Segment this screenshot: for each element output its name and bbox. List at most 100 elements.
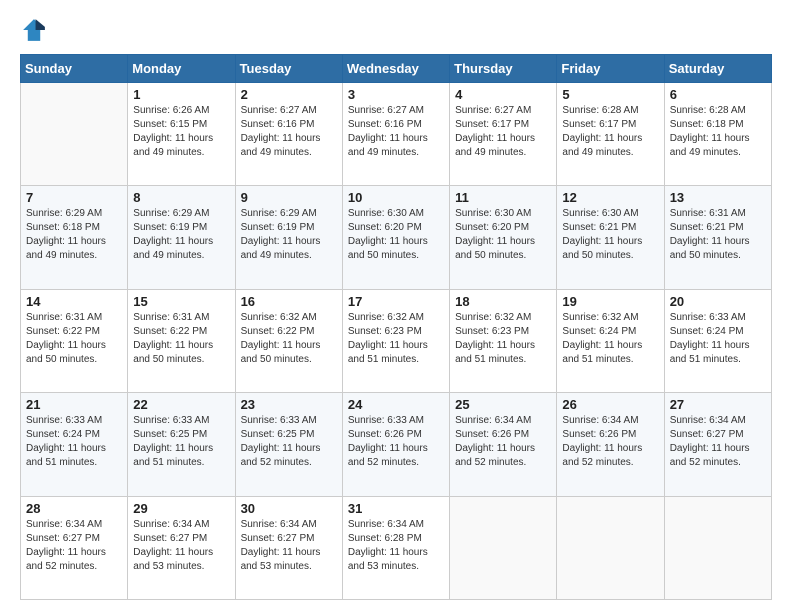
calendar-cell: 23 Sunrise: 6:33 AMSunset: 6:25 PMDayligh… bbox=[235, 393, 342, 496]
calendar-table: SundayMondayTuesdayWednesdayThursdayFrid… bbox=[20, 54, 772, 600]
calendar-cell: 18Sunrise: 6:32 AMSunset: 6:23 PMDayligh… bbox=[450, 289, 557, 392]
logo-icon bbox=[20, 16, 48, 44]
calendar-cell: 27 Sunrise: 6:34 AMSunset: 6:27 PMDayligh… bbox=[664, 393, 771, 496]
day-number: 28 bbox=[26, 501, 122, 516]
calendar-cell: 10Sunrise: 6:30 AMSunset: 6:20 PMDayligh… bbox=[342, 186, 449, 289]
weekday-header-tuesday: Tuesday bbox=[235, 55, 342, 83]
day-number: 9 bbox=[241, 190, 337, 205]
day-info: Sunrise: 6:27 AMSunset: 6:17 PMDaylight:… bbox=[455, 104, 551, 160]
calendar-cell bbox=[450, 496, 557, 599]
day-info: Sunrise: 6:34 AMSunset: 6:27 PMDaylight:… bbox=[241, 518, 337, 574]
calendar-cell: 29 Sunrise: 6:34 AMSunset: 6:27 PMDayligh… bbox=[128, 496, 235, 599]
calendar-cell: 7 Sunrise: 6:29 AMSunset: 6:18 PMDaylight… bbox=[21, 186, 128, 289]
day-info: Sunrise: 6:29 AMSunset: 6:19 PMDaylight:… bbox=[133, 207, 229, 263]
day-info: Sunrise: 6:30 AMSunset: 6:20 PMDaylight:… bbox=[348, 207, 444, 263]
calendar-week-row: 7 Sunrise: 6:29 AMSunset: 6:18 PMDaylight… bbox=[21, 186, 772, 289]
day-number: 6 bbox=[670, 87, 766, 102]
day-number: 5 bbox=[562, 87, 658, 102]
day-number: 20 bbox=[670, 294, 766, 309]
day-number: 17 bbox=[348, 294, 444, 309]
weekday-header-saturday: Saturday bbox=[664, 55, 771, 83]
day-info: Sunrise: 6:30 AMSunset: 6:20 PMDaylight:… bbox=[455, 207, 551, 263]
page: SundayMondayTuesdayWednesdayThursdayFrid… bbox=[0, 0, 792, 612]
calendar-cell: 9 Sunrise: 6:29 AMSunset: 6:19 PMDaylight… bbox=[235, 186, 342, 289]
calendar-cell: 28Sunrise: 6:34 AMSunset: 6:27 PMDayligh… bbox=[21, 496, 128, 599]
calendar-cell bbox=[664, 496, 771, 599]
day-number: 8 bbox=[133, 190, 229, 205]
day-number: 25 bbox=[455, 397, 551, 412]
calendar-cell: 31Sunrise: 6:34 AMSunset: 6:28 PMDayligh… bbox=[342, 496, 449, 599]
day-number: 16 bbox=[241, 294, 337, 309]
calendar-week-row: 14 Sunrise: 6:31 AMSunset: 6:22 PMDayligh… bbox=[21, 289, 772, 392]
day-number: 24 bbox=[348, 397, 444, 412]
weekday-header-monday: Monday bbox=[128, 55, 235, 83]
weekday-header-friday: Friday bbox=[557, 55, 664, 83]
day-info: Sunrise: 6:27 AMSunset: 6:16 PMDaylight:… bbox=[241, 104, 337, 160]
calendar-cell: 22 Sunrise: 6:33 AMSunset: 6:25 PMDayligh… bbox=[128, 393, 235, 496]
calendar-cell: 3 Sunrise: 6:27 AMSunset: 6:16 PMDaylight… bbox=[342, 83, 449, 186]
calendar-cell: 11 Sunrise: 6:30 AMSunset: 6:20 PMDayligh… bbox=[450, 186, 557, 289]
calendar-cell bbox=[21, 83, 128, 186]
day-number: 26 bbox=[562, 397, 658, 412]
day-number: 19 bbox=[562, 294, 658, 309]
calendar-week-row: 28 Sunrise: 6:34 AMSunset: 6:27 PMDayligh… bbox=[21, 496, 772, 599]
day-info: Sunrise: 6:33 AMSunset: 6:24 PMDaylight:… bbox=[26, 414, 122, 470]
day-info: Sunrise: 6:32 AMSunset: 6:22 PMDaylight:… bbox=[241, 311, 337, 367]
header bbox=[20, 16, 772, 44]
day-number: 4 bbox=[455, 87, 551, 102]
calendar-cell: 15 Sunrise: 6:31 AMSunset: 6:22 PMDayligh… bbox=[128, 289, 235, 392]
day-info: Sunrise: 6:33 AMSunset: 6:25 PMDaylight:… bbox=[241, 414, 337, 470]
calendar-cell: 19 Sunrise: 6:32 AMSunset: 6:24 PMDayligh… bbox=[557, 289, 664, 392]
day-info: Sunrise: 6:31 AMSunset: 6:22 PMDaylight:… bbox=[26, 311, 122, 367]
day-number: 12 bbox=[562, 190, 658, 205]
day-info: Sunrise: 6:33 AMSunset: 6:25 PMDaylight:… bbox=[133, 414, 229, 470]
day-number: 3 bbox=[348, 87, 444, 102]
day-info: Sunrise: 6:31 AMSunset: 6:22 PMDaylight:… bbox=[133, 311, 229, 367]
day-info: Sunrise: 6:28 AMSunset: 6:17 PMDaylight:… bbox=[562, 104, 658, 160]
day-info: Sunrise: 6:31 AMSunset: 6:21 PMDaylight:… bbox=[670, 207, 766, 263]
calendar-cell: 2 Sunrise: 6:27 AMSunset: 6:16 PMDaylight… bbox=[235, 83, 342, 186]
day-info: Sunrise: 6:29 AMSunset: 6:18 PMDaylight:… bbox=[26, 207, 122, 263]
calendar-cell: 16 Sunrise: 6:32 AMSunset: 6:22 PMDayligh… bbox=[235, 289, 342, 392]
day-info: Sunrise: 6:28 AMSunset: 6:18 PMDaylight:… bbox=[670, 104, 766, 160]
day-number: 14 bbox=[26, 294, 122, 309]
day-number: 23 bbox=[241, 397, 337, 412]
day-info: Sunrise: 6:34 AMSunset: 6:27 PMDaylight:… bbox=[133, 518, 229, 574]
day-info: Sunrise: 6:26 AMSunset: 6:15 PMDaylight:… bbox=[133, 104, 229, 160]
day-number: 15 bbox=[133, 294, 229, 309]
day-number: 2 bbox=[241, 87, 337, 102]
day-number: 27 bbox=[670, 397, 766, 412]
day-number: 13 bbox=[670, 190, 766, 205]
day-number: 11 bbox=[455, 190, 551, 205]
calendar-cell: 4 Sunrise: 6:27 AMSunset: 6:17 PMDaylight… bbox=[450, 83, 557, 186]
day-number: 22 bbox=[133, 397, 229, 412]
weekday-header-thursday: Thursday bbox=[450, 55, 557, 83]
calendar-cell: 20 Sunrise: 6:33 AMSunset: 6:24 PMDayligh… bbox=[664, 289, 771, 392]
calendar-cell: 6 Sunrise: 6:28 AMSunset: 6:18 PMDaylight… bbox=[664, 83, 771, 186]
calendar-cell: 5 Sunrise: 6:28 AMSunset: 6:17 PMDaylight… bbox=[557, 83, 664, 186]
calendar-cell: 12 Sunrise: 6:30 AMSunset: 6:21 PMDayligh… bbox=[557, 186, 664, 289]
day-number: 7 bbox=[26, 190, 122, 205]
weekday-header-sunday: Sunday bbox=[21, 55, 128, 83]
calendar-cell: 14 Sunrise: 6:31 AMSunset: 6:22 PMDayligh… bbox=[21, 289, 128, 392]
day-number: 30 bbox=[241, 501, 337, 516]
calendar-cell: 26 Sunrise: 6:34 AMSunset: 6:26 PMDayligh… bbox=[557, 393, 664, 496]
day-info: Sunrise: 6:34 AMSunset: 6:26 PMDaylight:… bbox=[562, 414, 658, 470]
weekday-header-wednesday: Wednesday bbox=[342, 55, 449, 83]
logo bbox=[20, 16, 52, 44]
calendar-cell: 17Sunrise: 6:32 AMSunset: 6:23 PMDayligh… bbox=[342, 289, 449, 392]
weekday-header-row: SundayMondayTuesdayWednesdayThursdayFrid… bbox=[21, 55, 772, 83]
day-info: Sunrise: 6:33 AMSunset: 6:24 PMDaylight:… bbox=[670, 311, 766, 367]
day-number: 1 bbox=[133, 87, 229, 102]
day-info: Sunrise: 6:32 AMSunset: 6:24 PMDaylight:… bbox=[562, 311, 658, 367]
day-info: Sunrise: 6:29 AMSunset: 6:19 PMDaylight:… bbox=[241, 207, 337, 263]
day-info: Sunrise: 6:34 AMSunset: 6:27 PMDaylight:… bbox=[670, 414, 766, 470]
calendar-week-row: 1 Sunrise: 6:26 AMSunset: 6:15 PMDaylight… bbox=[21, 83, 772, 186]
day-number: 29 bbox=[133, 501, 229, 516]
day-info: Sunrise: 6:34 AMSunset: 6:26 PMDaylight:… bbox=[455, 414, 551, 470]
day-info: Sunrise: 6:30 AMSunset: 6:21 PMDaylight:… bbox=[562, 207, 658, 263]
day-info: Sunrise: 6:34 AMSunset: 6:28 PMDaylight:… bbox=[348, 518, 444, 574]
day-number: 21 bbox=[26, 397, 122, 412]
day-info: Sunrise: 6:27 AMSunset: 6:16 PMDaylight:… bbox=[348, 104, 444, 160]
calendar-cell: 13 Sunrise: 6:31 AMSunset: 6:21 PMDayligh… bbox=[664, 186, 771, 289]
